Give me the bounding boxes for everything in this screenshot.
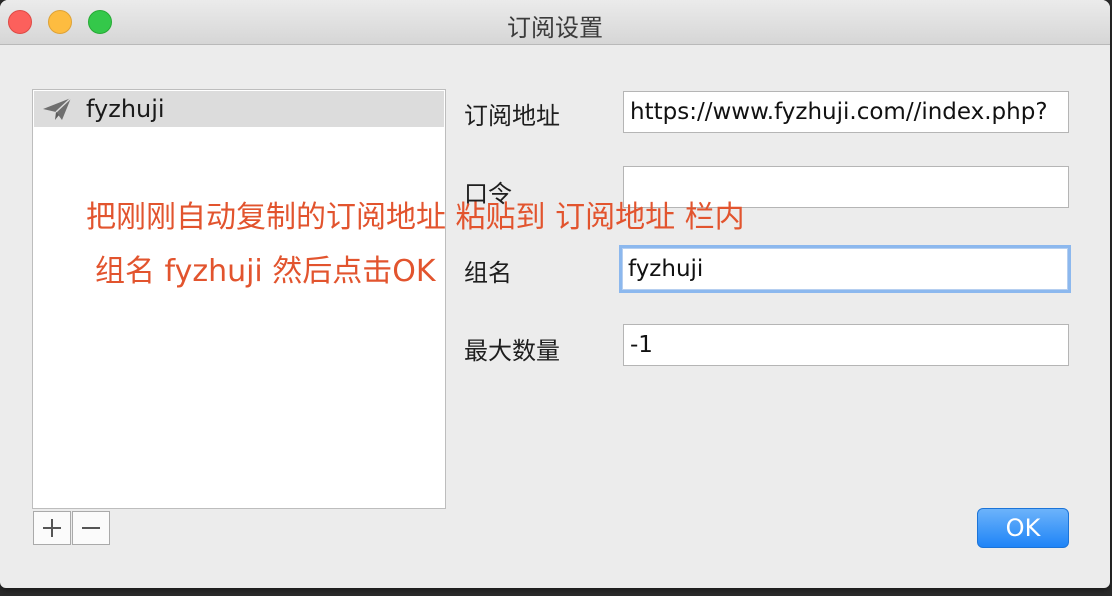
max-count-label: 最大数量 (464, 337, 560, 365)
window-title: 订阅设置 (507, 14, 603, 42)
max-count-field[interactable] (623, 324, 1069, 366)
ok-button[interactable]: OK (977, 508, 1069, 548)
title-bar: 订阅设置 (0, 0, 1110, 45)
annotation-line-1: 把刚刚自动复制的订阅地址 粘贴到 订阅地址 栏内 (86, 200, 745, 235)
annotation-line-2: 组名 fyzhuji 然后点击OK (95, 254, 436, 289)
list-item[interactable]: fyzhuji (34, 91, 444, 127)
url-field[interactable] (623, 91, 1069, 133)
url-label: 订阅地址 (464, 102, 560, 130)
add-subscription-button[interactable] (33, 511, 71, 545)
subscription-settings-window: 订阅设置 fyzhuji 订阅地址 口令 组名 最大数量 把刚刚自动复制的订阅地… (0, 0, 1110, 588)
group-name-field[interactable] (619, 245, 1071, 293)
remove-subscription-button[interactable] (72, 511, 110, 545)
list-item-label: fyzhuji (86, 95, 165, 123)
paper-plane-icon (43, 97, 72, 120)
subscription-list: fyzhuji (32, 89, 446, 509)
group-name-label: 组名 (464, 259, 512, 287)
